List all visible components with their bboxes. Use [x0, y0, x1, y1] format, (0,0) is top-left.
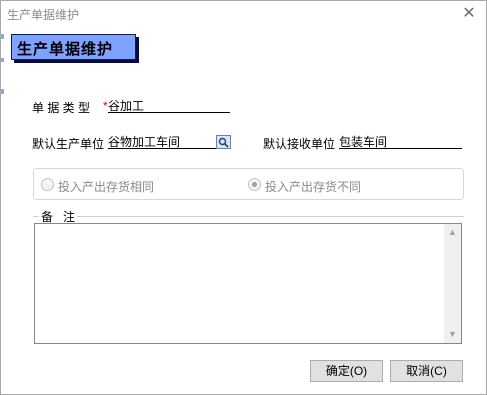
default-prod-unit-label: 默认生产单位 [32, 137, 105, 151]
radio-same-inventory-label: 投入产出存货相同 [58, 180, 155, 194]
notes-scrollbar[interactable]: ▲ ▼ [444, 224, 461, 343]
default-prod-unit-field[interactable]: 谷物加工车间 [108, 133, 216, 149]
left-edge-mark [1, 34, 4, 39]
doc-type-value: 谷加工 [108, 99, 145, 113]
page-title: 生产单据维护 [17, 41, 114, 58]
title-bar: 生产单据维护 ✕ [1, 1, 486, 27]
default-prod-unit-value: 谷物加工车间 [108, 135, 181, 149]
scroll-down-icon[interactable]: ▼ [444, 326, 461, 343]
default-recv-unit-field[interactable]: 包装车间 [339, 133, 462, 149]
radio-diff-inventory-label: 投入产出存货不同 [265, 180, 362, 194]
doc-type-label: 单 据 类 型 [32, 101, 91, 115]
left-edge-mark [1, 58, 4, 62]
dialog-window: 生产单据维护 ✕ 生产单据维护 单 据 类 型 * 谷加工 默认生产单位 谷物加… [0, 0, 487, 395]
scroll-up-icon[interactable]: ▲ [444, 224, 461, 241]
default-recv-unit-value: 包装车间 [339, 135, 388, 149]
window-title: 生产单据维护 [7, 8, 80, 22]
close-icon[interactable]: ✕ [460, 5, 478, 23]
radio-diff-inventory[interactable] [248, 178, 261, 191]
required-mark: * [103, 99, 108, 113]
inventory-option-group: 投入产出存货相同 投入产出存货不同 [33, 168, 464, 200]
left-edge-mark [1, 89, 4, 94]
notes-textarea[interactable]: ▲ ▼ [34, 223, 462, 344]
search-icon[interactable] [216, 135, 231, 149]
default-recv-unit-label: 默认接收单位 [263, 137, 336, 151]
radio-same-inventory[interactable] [41, 178, 54, 191]
ok-button[interactable]: 确定(O) [310, 360, 383, 382]
page-header-tag: 生产单据维护 [11, 34, 136, 60]
doc-type-field[interactable]: 谷加工 [108, 97, 230, 113]
cancel-button[interactable]: 取消(C) [390, 360, 463, 382]
